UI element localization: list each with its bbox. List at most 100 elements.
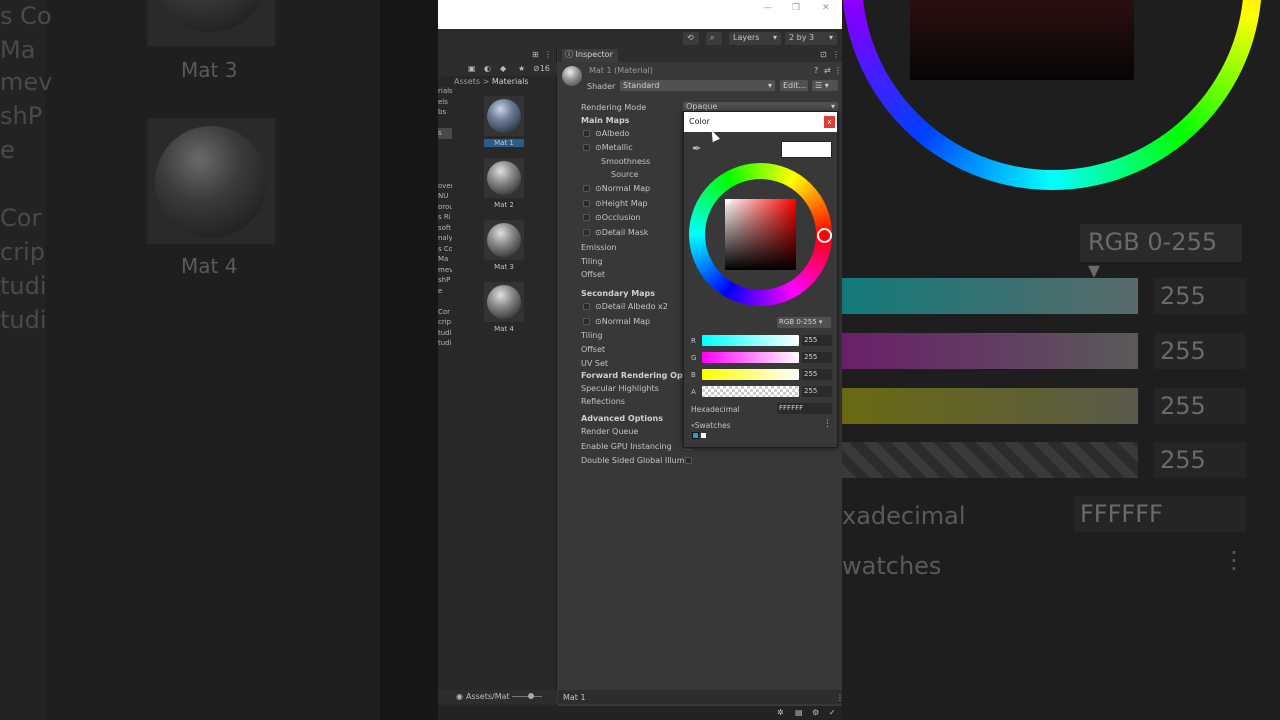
swatch-white[interactable] bbox=[701, 433, 706, 438]
lock-icon[interactable]: ⊡ bbox=[820, 50, 827, 59]
help-icon[interactable]: ? bbox=[814, 66, 818, 75]
tree-item[interactable] bbox=[438, 139, 452, 150]
shader-dropdown[interactable]: Standard ▾ bbox=[620, 80, 775, 91]
metallic-texture-slot[interactable] bbox=[583, 144, 590, 151]
sv-handle[interactable] bbox=[725, 199, 730, 204]
lock-icon[interactable]: ⊞ bbox=[532, 50, 539, 59]
favorite-star-icon[interactable]: ★ bbox=[518, 64, 525, 73]
material-thumb-mat1[interactable] bbox=[484, 96, 524, 136]
tree-item[interactable]: shP bbox=[438, 275, 452, 286]
kebab-icon[interactable]: ⋮ bbox=[836, 693, 842, 702]
normal-map-slot[interactable] bbox=[583, 185, 590, 192]
tree-item[interactable] bbox=[438, 118, 452, 129]
hue-handle[interactable] bbox=[817, 228, 832, 243]
albedo-texture-slot[interactable] bbox=[583, 130, 590, 137]
tree-item[interactable]: Cor bbox=[438, 307, 452, 318]
settings-icon[interactable]: ⇄ bbox=[824, 66, 831, 75]
color-mode-dropdown[interactable]: RGB 0-255 ▾ bbox=[777, 317, 831, 328]
height-map-slot[interactable] bbox=[583, 200, 590, 207]
tree-item[interactable] bbox=[438, 160, 452, 171]
tree-item[interactable]: orou bbox=[438, 202, 452, 213]
material-thumb-mat2[interactable] bbox=[484, 158, 524, 198]
cache-icon[interactable]: ▤ bbox=[795, 708, 803, 717]
r-channel-slider[interactable] bbox=[702, 335, 799, 346]
double-sided-gi-checkbox[interactable] bbox=[685, 457, 692, 464]
breadcrumb-materials[interactable]: Materials bbox=[492, 77, 529, 86]
tree-item[interactable]: els bbox=[438, 97, 452, 108]
kebab-icon[interactable]: ⋮ bbox=[832, 50, 840, 59]
zoom-slider-handle[interactable] bbox=[528, 693, 534, 699]
close-icon[interactable]: x bbox=[824, 116, 835, 128]
tree-item[interactable]: rials bbox=[438, 86, 452, 97]
color-picker-title: Color x bbox=[684, 112, 837, 132]
a-channel-slider[interactable] bbox=[702, 386, 799, 397]
material-label[interactable]: Mat 4 bbox=[484, 325, 524, 333]
hue-wheel[interactable] bbox=[689, 163, 832, 306]
tree-item[interactable]: mev bbox=[438, 265, 452, 276]
debug-icon[interactable]: ✲ bbox=[777, 708, 784, 717]
shader-menu-button[interactable]: ☰ ▾ bbox=[812, 80, 838, 91]
detail-albedo-label: ⊙Detail Albedo x2 bbox=[595, 302, 668, 311]
edit-shader-button[interactable]: Edit... bbox=[780, 80, 808, 91]
rendering-mode-dropdown[interactable]: Opaque ▾ bbox=[683, 102, 838, 111]
tree-item[interactable]: bs bbox=[438, 107, 452, 118]
tree-item[interactable]: tudi bbox=[438, 328, 452, 339]
filter-type-icon[interactable]: ◐ bbox=[484, 64, 491, 73]
kebab-icon[interactable]: ⋮ bbox=[823, 419, 832, 429]
kebab-icon[interactable]: ⋮ bbox=[834, 66, 842, 75]
tree-item[interactable]: s Co bbox=[438, 244, 452, 255]
detail-mask-slot[interactable] bbox=[583, 229, 590, 236]
a-channel-label: A bbox=[691, 388, 696, 396]
hexadecimal-input[interactable]: FFFFFF bbox=[777, 403, 832, 414]
layers-dropdown[interactable]: Layers ▾ bbox=[729, 32, 781, 45]
eyedropper-icon[interactable]: ✒ bbox=[692, 142, 701, 155]
maximize-button[interactable]: ❐ bbox=[792, 3, 800, 13]
tree-item[interactable] bbox=[438, 149, 452, 160]
main-maps-heading: Main Maps bbox=[581, 116, 630, 125]
filter-label-icon[interactable]: ◆ bbox=[500, 64, 506, 73]
create-icon[interactable]: ▣ bbox=[468, 64, 476, 73]
tree-item-selected[interactable]: s bbox=[438, 128, 452, 139]
material-thumb-mat4[interactable] bbox=[484, 282, 524, 322]
tree-item[interactable]: naly bbox=[438, 233, 452, 244]
minimize-button[interactable]: — bbox=[763, 3, 772, 13]
a-channel-input[interactable]: 255 bbox=[802, 386, 832, 397]
tree-item[interactable] bbox=[438, 170, 452, 181]
layout-dropdown[interactable]: 2 by 3 ▾ bbox=[785, 32, 837, 45]
material-thumb-mat3[interactable] bbox=[484, 220, 524, 260]
material-label[interactable]: Mat 1 bbox=[484, 139, 524, 147]
search-button[interactable]: ⌕ bbox=[706, 32, 722, 45]
tree-item[interactable]: Ma bbox=[438, 254, 452, 265]
breadcrumb-assets[interactable]: Assets bbox=[454, 77, 480, 86]
occlusion-slot[interactable] bbox=[583, 214, 590, 221]
tree-item[interactable]: over bbox=[438, 181, 452, 192]
detail-albedo-slot[interactable] bbox=[583, 303, 590, 310]
hidden-eye-icon[interactable]: ⊘16 bbox=[533, 64, 550, 73]
close-window-button[interactable]: ✕ bbox=[822, 3, 830, 13]
tab-inspector[interactable]: ⓘ Inspector bbox=[562, 49, 618, 62]
secondary-normal-map-slot[interactable] bbox=[583, 318, 590, 325]
tree-item[interactable]: crip bbox=[438, 317, 452, 328]
saturation-value-square[interactable] bbox=[725, 199, 796, 270]
b-channel-input[interactable]: 255 bbox=[802, 369, 832, 380]
material-label[interactable]: Mat 3 bbox=[484, 263, 524, 271]
check-icon[interactable]: ✓ bbox=[829, 708, 836, 717]
tree-item[interactable]: soft bbox=[438, 223, 452, 234]
tree-item[interactable]: e bbox=[438, 286, 452, 297]
g-channel-input[interactable]: 255 bbox=[802, 352, 832, 363]
kebab-icon[interactable]: ⋮ bbox=[544, 50, 552, 59]
tree-item[interactable]: tudi bbox=[438, 338, 452, 349]
tree-item[interactable] bbox=[438, 296, 452, 307]
material-label[interactable]: Mat 2 bbox=[484, 201, 524, 209]
tree-item[interactable]: NU bbox=[438, 191, 452, 202]
swatch-blue[interactable] bbox=[692, 432, 699, 439]
zoom-slider[interactable] bbox=[512, 696, 542, 697]
g-channel-slider[interactable] bbox=[702, 352, 799, 363]
tree-item[interactable]: s Ri bbox=[438, 212, 452, 223]
swatches-header[interactable]: ▾Swatches bbox=[691, 421, 731, 430]
r-channel-input[interactable]: 255 bbox=[802, 335, 832, 346]
history-button[interactable]: ⟲ bbox=[683, 32, 699, 45]
settings-icon[interactable]: ⚙ bbox=[812, 708, 819, 717]
bg-strip-dark bbox=[380, 0, 438, 720]
b-channel-slider[interactable] bbox=[702, 369, 799, 380]
